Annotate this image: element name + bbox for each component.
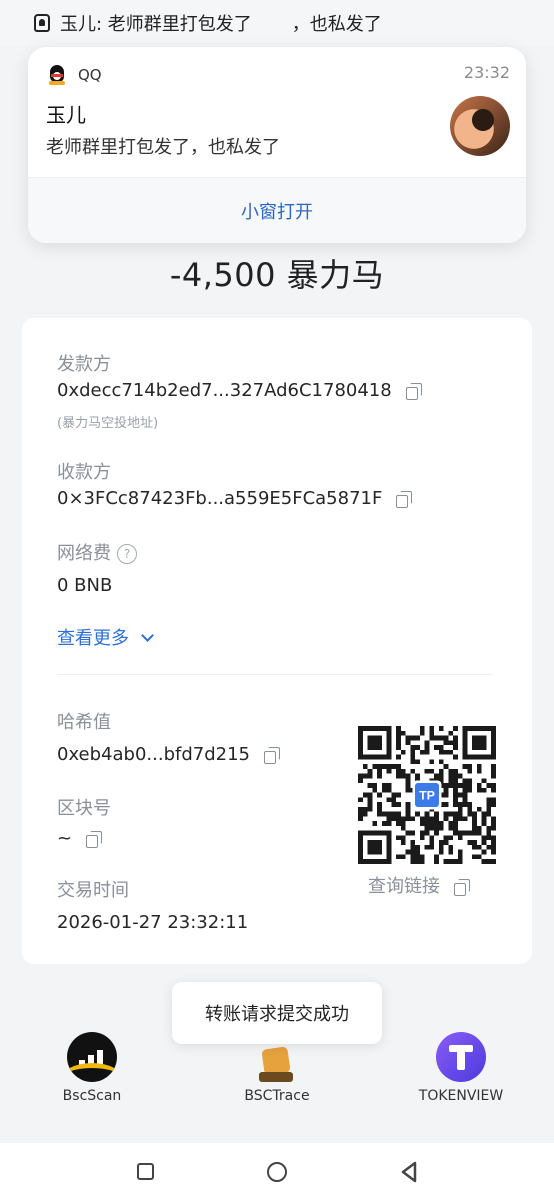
copy-icon[interactable]: [405, 383, 422, 400]
qq-penguin-icon: [48, 65, 66, 85]
sender-address-row: 0xdecc714b2ed7...327Ad6C1780418: [57, 380, 422, 401]
qr-code[interactable]: TP: [358, 726, 496, 864]
sender-label: 发款方: [57, 354, 111, 375]
tx-time-label: 交易时间: [57, 880, 129, 901]
hash-label: 哈希值: [57, 712, 111, 733]
tokenview-logo-icon: [436, 1032, 486, 1082]
chevron-down-icon: [141, 629, 154, 642]
open-small-window-button[interactable]: 小窗打开: [28, 178, 526, 243]
bsctrace-logo-icon: [255, 1042, 299, 1082]
hash-value: 0xeb4ab0...bfd7d215: [57, 744, 250, 765]
notification-app-header: QQ: [48, 65, 102, 85]
notification-app-name: QQ: [78, 66, 102, 84]
qr-badge-text: TP: [419, 788, 435, 802]
network-fee-label: 网络费: [57, 543, 111, 564]
explorer-tokenview[interactable]: TOKENVIEW: [401, 1032, 521, 1104]
copy-icon[interactable]: [86, 831, 103, 848]
transfer-amount: -4,500 暴力马: [169, 256, 385, 294]
section-divider: [57, 674, 492, 675]
copy-icon[interactable]: [396, 491, 413, 508]
recent-apps-icon[interactable]: [137, 1163, 154, 1180]
sender-avatar: [450, 96, 510, 156]
help-icon[interactable]: ?: [117, 544, 137, 564]
network-fee-value: 0 BNB: [57, 575, 113, 596]
notification-sender: 玉儿: [46, 103, 86, 127]
receiver-label: 收款方: [57, 462, 111, 483]
view-more-link[interactable]: 查看更多: [57, 624, 154, 650]
block-label: 区块号: [57, 798, 111, 819]
network-fee-label-row: 网络费?: [57, 539, 137, 565]
qq-notification-icon: [34, 14, 50, 32]
explorer-name: BscScan: [62, 1088, 122, 1104]
sender-address: 0xdecc714b2ed7...327Ad6C1780418: [57, 380, 392, 401]
explorer-name: BSCTrace: [244, 1088, 310, 1104]
status-notification-text-tail: ，也私发了: [291, 14, 382, 35]
bscscan-logo-icon: [67, 1032, 117, 1082]
copy-icon[interactable]: [264, 747, 280, 764]
success-toast: 转账请求提交成功: [172, 982, 382, 1044]
sender-note: (暴力马空投地址): [57, 416, 159, 431]
copy-icon[interactable]: [454, 879, 470, 896]
back-icon[interactable]: [399, 1161, 419, 1183]
hash-row: 0xeb4ab0...bfd7d215: [57, 744, 280, 765]
block-value: ~: [57, 828, 73, 849]
receiver-address-row: 0×3FCc87423Fb...a559E5FCa5871F: [57, 488, 413, 509]
status-bar: 玉儿: 老师群里打包发了 ，也私发了: [0, 0, 554, 46]
notification-message: 老师群里打包发了，也私发了: [46, 137, 280, 158]
explorer-bscscan[interactable]: BscScan: [32, 1032, 152, 1104]
status-notification-text: 玉儿: 老师群里打包发了: [60, 14, 252, 35]
transaction-details-card: 发款方 0xdecc714b2ed7...327Ad6C1780418 (暴力马…: [22, 318, 532, 964]
home-icon[interactable]: [267, 1162, 287, 1182]
tx-time-value: 2026-01-27 23:32:11: [57, 912, 249, 933]
query-link-button[interactable]: 查询链接: [368, 872, 470, 898]
view-more-label: 查看更多: [57, 628, 129, 649]
notification-time: 23:32: [463, 63, 510, 82]
system-navigation-bar: [0, 1143, 554, 1200]
explorer-name: TOKENVIEW: [418, 1088, 504, 1104]
qq-notification-card[interactable]: QQ 23:32 玉儿 老师群里打包发了，也私发了 小窗打开: [28, 47, 526, 243]
block-row: ~: [57, 828, 103, 849]
query-link-label: 查询链接: [368, 876, 440, 897]
receiver-address: 0×3FCc87423Fb...a559E5FCa5871F: [57, 488, 383, 509]
